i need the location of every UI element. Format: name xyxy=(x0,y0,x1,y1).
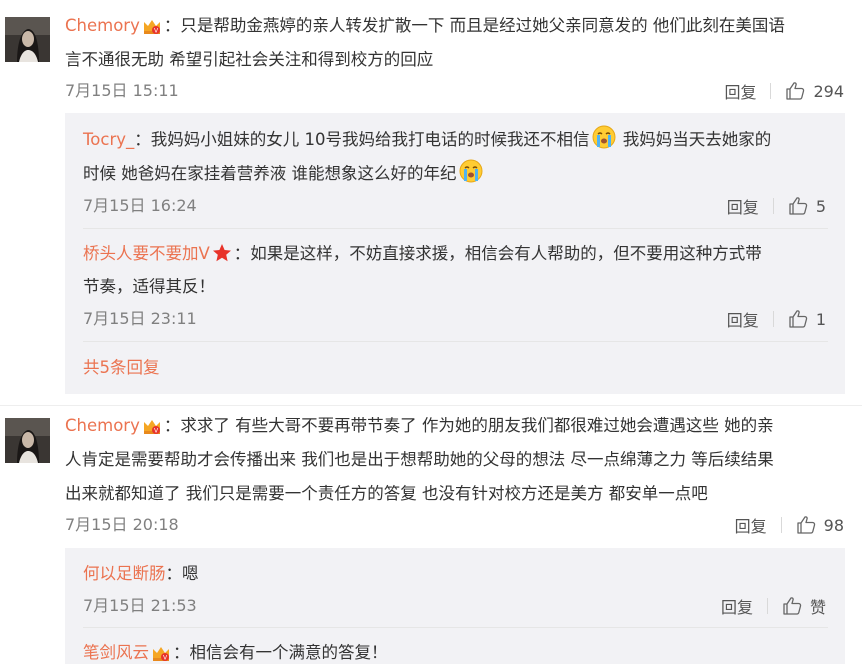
like-button[interactable]: 98 xyxy=(796,515,844,535)
username-link[interactable]: 桥头人要不要加V xyxy=(83,244,210,263)
divider xyxy=(772,311,774,327)
reply-button[interactable]: 回复 xyxy=(724,79,756,103)
reply-text: 时候 她爸妈在家挂着营养液 谁能想象这么好的年纪 xyxy=(83,157,485,195)
crying-emoji-icon xyxy=(459,159,483,195)
thumbs-up-icon xyxy=(796,516,815,534)
divider xyxy=(780,517,782,533)
reply-timestamp: 7月15日 21:53 xyxy=(83,596,197,615)
reply-timestamp: 7月15日 23:11 xyxy=(83,309,197,328)
reply-body: 节奏，适得其反！ xyxy=(83,277,215,296)
like-button[interactable]: 294 xyxy=(785,81,844,101)
comment-text: Chemory V ：只是帮助金燕婷的亲人转发扩散一下 而且是经过她父亲同意发的 他… xyxy=(65,9,785,47)
comment-text: 出来就都知道了 我们只是需要一个责任方的答复 也没有针对校方还是美方 都安单一点… xyxy=(65,477,708,511)
reply-body: ：如果是这样，不妨直接求援，相信会有人帮助的，但不要用这种方式带 xyxy=(233,244,762,263)
reply-text: 节奏，适得其反！ xyxy=(83,270,215,304)
reply-divider xyxy=(83,627,828,628)
like-button[interactable]: 1 xyxy=(788,309,826,329)
like-label: 赞 xyxy=(809,598,826,617)
comment-actions: 回复 294 xyxy=(724,79,844,103)
comment-timestamp: 7月15日 20:18 xyxy=(65,515,179,534)
comment-actions: 回复 98 xyxy=(735,513,844,537)
divider xyxy=(772,198,774,214)
thumbs-up-icon xyxy=(789,197,808,215)
avatar[interactable] xyxy=(5,17,50,62)
divider xyxy=(766,598,768,614)
like-count: 294 xyxy=(813,81,844,101)
reply-actions: 回复 5 xyxy=(727,194,826,218)
comment-timestamp: 7月15日 15:11 xyxy=(65,81,179,100)
reply-body: 时候 她爸妈在家挂着营养液 谁能想象这么好的年纪 xyxy=(83,164,457,183)
reply-actions: 回复 1 xyxy=(727,307,826,331)
thumbs-up-icon xyxy=(789,310,808,328)
reply-text: 何以足断肠：嗯 xyxy=(83,557,199,591)
comment-body: 出来就都知道了 我们只是需要一个责任方的答复 也没有针对校方还是美方 都安单一点… xyxy=(65,484,708,503)
reply-body: ：相信会有一个满意的答复！ xyxy=(173,643,388,662)
reply-body: ：嗯 xyxy=(165,564,199,583)
reply-button[interactable]: 回复 xyxy=(721,594,753,618)
vip-crown-icon: V xyxy=(151,640,171,664)
comment-body: ：只是帮助金燕婷的亲人转发扩散一下 而且是经过她父亲同意发的 他们此刻在美国语 xyxy=(163,16,785,35)
reply-button[interactable]: 回复 xyxy=(727,194,759,218)
username-link[interactable]: Chemory xyxy=(65,16,140,35)
username-link[interactable]: Chemory xyxy=(65,416,140,435)
like-button[interactable]: 5 xyxy=(788,196,826,216)
divider xyxy=(770,83,772,99)
thumbs-up-icon xyxy=(786,82,805,100)
like-count: 98 xyxy=(823,515,844,535)
comment-body: 人肯定是需要帮助才会传播出来 我们也是出于想帮助她的父母的想法 尽一点绵薄之力 … xyxy=(65,450,774,469)
reply-text: 笔剑风云 V ：相信会有一个满意的答复！ xyxy=(83,636,388,664)
like-button[interactable]: 赞 xyxy=(782,594,826,618)
username-link[interactable]: Tocry_ xyxy=(83,130,134,149)
comment-text: 人肯定是需要帮助才会传播出来 我们也是出于想帮助她的父母的想法 尽一点绵薄之力 … xyxy=(65,443,774,477)
comment-text: Chemory V ：求求了 有些大哥不要再带节奏了 作为她的朋友我们都很难过她会遭… xyxy=(65,409,774,447)
reply-body: 我妈妈当天去她家的 xyxy=(617,130,772,149)
reply-timestamp: 7月15日 16:24 xyxy=(83,196,197,215)
username-link[interactable]: 何以足断肠 xyxy=(83,564,166,583)
comment-text: 言不通很无助 希望引起社会关注和得到校方的回应 xyxy=(65,43,433,77)
like-count: 1 xyxy=(815,309,826,329)
reply-divider xyxy=(83,228,828,229)
comment-body: ：求求了 有些大哥不要再带节奏了 作为她的朋友我们都很难过她会遭遇这些 她的亲 xyxy=(163,416,774,435)
vip-crown-icon: V xyxy=(142,13,162,47)
thumbs-up-icon xyxy=(783,597,802,615)
comment-divider xyxy=(0,405,862,406)
avatar[interactable] xyxy=(5,418,50,463)
reply-divider xyxy=(83,341,828,342)
reply-body: ：我妈妈小姐妹的女儿 10号我妈给我打电话的时候我还不相信 xyxy=(134,130,590,149)
more-replies-link[interactable]: 共5条回复 xyxy=(83,356,160,380)
crying-emoji-icon xyxy=(592,125,616,161)
comment-body: 言不通很无助 希望引起社会关注和得到校方的回应 xyxy=(65,50,434,69)
reply-actions: 回复 赞 xyxy=(721,595,826,617)
like-count: 5 xyxy=(815,196,826,216)
reply-text: Tocry_：我妈妈小姐妹的女儿 10号我妈给我打电话的时候我还不相信 我妈妈当… xyxy=(83,123,771,161)
reply-button[interactable]: 回复 xyxy=(727,307,759,331)
vip-crown-icon: V xyxy=(142,413,162,447)
username-link[interactable]: 笔剑风云 xyxy=(83,643,149,662)
reply-button[interactable]: 回复 xyxy=(735,513,767,537)
